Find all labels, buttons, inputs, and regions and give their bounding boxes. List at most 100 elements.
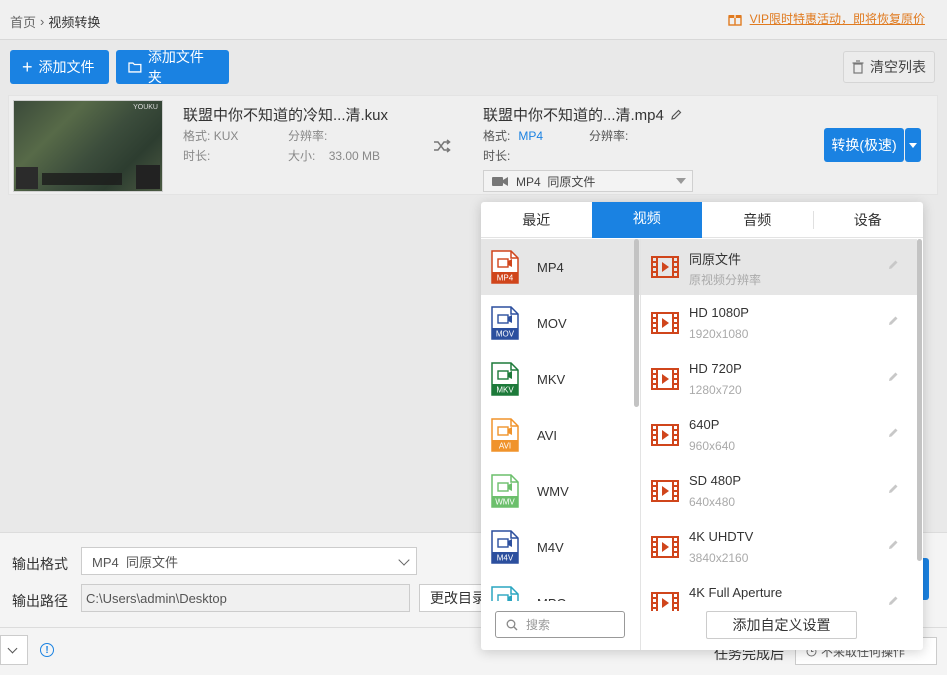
preset-name: 640P [689,417,720,432]
format-item-label: M4V [537,539,564,555]
tab-device[interactable]: 设备 [812,202,924,237]
edit-preset-icon[interactable] [887,483,899,495]
format-item-m4v[interactable]: M4V M4V [481,519,641,575]
edit-preset-icon[interactable] [887,259,899,271]
edit-preset-icon[interactable] [887,371,899,383]
format-item-wmv[interactable]: WMV WMV [481,463,641,519]
format-item-mpg[interactable]: MPG MPG [481,575,641,601]
preset-item[interactable]: 640P 960x640 [641,407,917,463]
svg-text:MKV: MKV [496,386,514,395]
tab-audio[interactable]: 音频 [702,202,813,237]
gift-icon [727,14,742,26]
mp4-file-icon: MP4 [491,250,519,284]
format-list: MP4MP4MOVMOVMKVMKVAVIAVIWMVWMVM4VM4VMPGM… [481,239,641,601]
preset-resolution: 3840x2160 [689,551,749,565]
edit-name-icon[interactable] [670,109,682,121]
add-file-label: 添加文件 [38,59,95,75]
preset-item[interactable]: HD 1080P 1920x1080 [641,295,917,351]
thumbnail-watermark: YOUKU [133,104,158,111]
chevron-down-icon [7,643,18,654]
target-resolution-label: 分辨率: [589,129,629,143]
source-format: 格式: KUX [183,129,239,143]
edit-preset-icon[interactable] [887,595,899,607]
file-row[interactable]: YOUKU 联盟中你不知道的冷知...清.kux 格式: KUX 分辨率: 时长… [8,95,938,195]
clear-list-label: 清空列表 [870,59,926,75]
convert-button[interactable]: 转换(极速) [824,128,904,162]
edit-preset-icon[interactable] [887,315,899,327]
breadcrumb: 首页 › 视频转换 [10,12,100,31]
add-custom-setting-button[interactable]: 添加自定义设置 [706,611,857,639]
chevron-down-icon [398,554,410,566]
film-play-icon [651,312,679,334]
target-format-select[interactable]: MP4 同原文件 [483,170,693,192]
preset-resolution: 1280x720 [689,383,742,397]
breadcrumb-current: 视频转换 [48,15,101,30]
m4v-file-icon: M4V [491,530,519,564]
svg-text:MP4: MP4 [497,274,514,283]
output-format-label: 输出格式 [12,556,68,572]
edit-preset-icon[interactable] [887,427,899,439]
format-item-mov[interactable]: MOV MOV [481,295,641,351]
clear-list-button[interactable]: 清空列表 [843,51,935,83]
preset-list-scrollbar[interactable] [917,239,922,561]
add-folder-button[interactable]: 添加文件夹 [116,49,229,85]
convert-options-button[interactable] [905,128,921,162]
output-path-field[interactable]: C:\Users\admin\Desktop [81,584,410,612]
format-item-mp4[interactable]: MP4 MP4 [481,239,641,295]
preset-resolution: 1920x1080 [689,327,749,341]
source-size: 大小: 33.00 MB [288,149,381,163]
shuffle-icon [434,139,451,153]
source-file-name: 联盟中你不知道的冷知...清.kux [183,107,389,124]
edit-preset-icon[interactable] [887,539,899,551]
format-list-scrollbar[interactable] [634,239,639,407]
promo-link[interactable]: VIP限时特惠活动，即将恢复原价 [727,10,925,27]
breadcrumb-separator: › [40,14,45,29]
preset-item[interactable]: SD 480P 640x480 [641,463,917,519]
svg-text:M4V: M4V [497,554,514,563]
film-play-icon [651,424,679,446]
film-play-icon [651,592,679,611]
mkv-file-icon: MKV [491,362,519,396]
source-resolution-label: 分辨率: [288,129,328,143]
plus-icon: + [22,57,33,77]
mov-file-icon: MOV [491,306,519,340]
preset-resolution: 960x640 [689,439,736,453]
preset-list: 同原文件 原视频分辨率 HD 1080P 1920x1080 HD 720P 1280x7… [641,239,917,611]
preset-item[interactable]: 4K Full Aperture [641,575,917,611]
tab-recent[interactable]: 最近 [481,202,592,237]
format-item-avi[interactable]: AVI AVI [481,407,641,463]
add-folder-label: 添加文件夹 [147,49,204,85]
mpg-file-icon: MPG [491,586,519,601]
film-play-icon [651,368,679,390]
target-duration-label: 时长: [483,149,511,163]
format-item-label: MP4 [537,259,564,275]
preset-resolution: 原视频分辨率 [689,273,762,287]
format-item-label: AVI [537,427,557,443]
preset-name: SD 480P [689,473,742,488]
preset-name: 4K Full Aperture [689,585,783,600]
output-path-label: 输出路径 [12,593,68,609]
add-file-button[interactable]: + 添加文件 [10,50,109,84]
wmv-file-icon: WMV [491,474,519,508]
target-file-name: 联盟中你不知道的...清.mp4 [483,104,682,125]
film-play-icon [651,256,679,278]
info-icon[interactable]: ! [40,643,54,657]
format-search-input[interactable]: 搜索 [495,611,625,638]
tab-video[interactable]: 视频 [591,202,702,238]
video-thumbnail: YOUKU [13,100,163,192]
preset-resolution: 640x480 [689,495,736,509]
change-directory-button[interactable]: 更改目录 [419,584,489,612]
search-placeholder: 搜索 [526,618,551,632]
preset-item[interactable]: 4K UHDTV 3840x2160 [641,519,917,575]
preset-item[interactable]: HD 720P 1280x720 [641,351,917,407]
format-item-label: MOV [537,315,567,331]
preset-name: HD 1080P [689,305,749,320]
output-format-select[interactable]: MP4 同原文件 [81,547,417,575]
avi-file-icon: AVI [491,418,519,452]
preset-item[interactable]: 同原文件 原视频分辨率 [641,239,917,295]
breadcrumb-home[interactable]: 首页 [10,12,36,31]
footer-dropdown[interactable] [0,635,28,665]
chevron-down-icon [909,142,917,148]
search-icon [506,619,518,630]
format-item-mkv[interactable]: MKV MKV [481,351,641,407]
